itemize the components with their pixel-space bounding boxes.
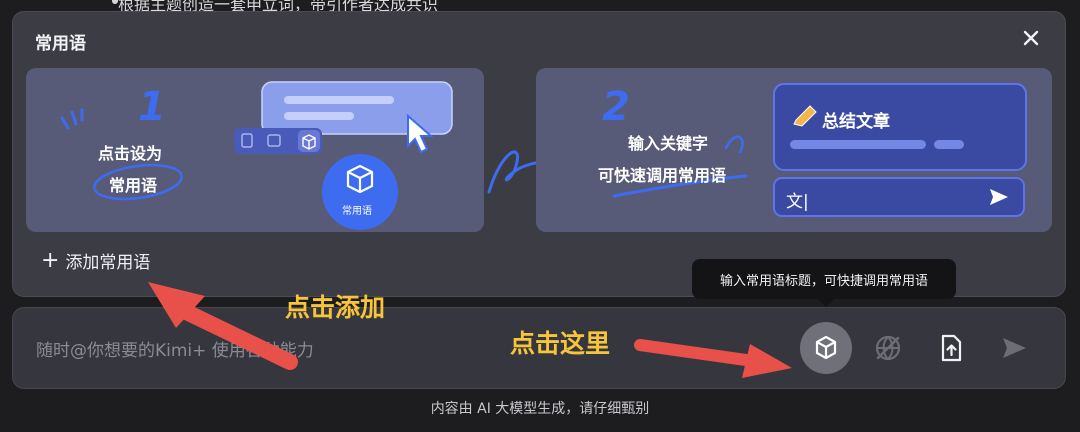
phrase-button-label: 常用语 [342, 206, 372, 217]
add-phrase-button[interactable]: + 添加常用语 [41, 248, 150, 273]
step1-illustration [60, 81, 453, 230]
close-icon [1023, 30, 1039, 46]
add-phrase-label: 添加常用语 [65, 253, 151, 273]
send-icon [1003, 338, 1026, 358]
preview-input-value: 文| [786, 192, 809, 212]
step1-line2: 常用语 [109, 176, 158, 195]
phrases-panel: 常用语 1 点击设为 常用语 常用语 2 输入关键字 可快速调用常用语 总结文章… [12, 11, 1066, 297]
panel-title: 常用语 [35, 34, 86, 54]
step2-line2: 可快速调用常用语 [598, 166, 727, 185]
annotation-here: 点击这里 [510, 329, 611, 358]
step2-line1: 输入关键字 [628, 134, 709, 153]
phrases-button[interactable] [800, 322, 852, 374]
tooltip-text: 输入常用语标题，可快捷调用常用语 [719, 273, 928, 289]
preview-title: 总结文章 [822, 112, 890, 132]
close-button[interactable] [1019, 26, 1043, 50]
tutorial-card-step2: 2 输入关键字 可快速调用常用语 总结文章 文| [536, 68, 1052, 232]
chat-input-placeholder[interactable]: 随时@你想要的Kimi+ 使用各种能力 [36, 336, 314, 361]
disclaimer: 内容由 AI 大模型生成，请仔细甄别 [430, 401, 650, 417]
upload-file-button[interactable] [925, 322, 977, 374]
cube-icon [815, 335, 837, 360]
phrase-tooltip: 输入常用语标题，可快捷调用常用语 [692, 259, 956, 299]
tutorial-card-step1: 1 点击设为 常用语 常用语 [26, 68, 484, 232]
step1-line1: 点击设为 [98, 144, 163, 163]
send-button[interactable] [988, 322, 1040, 374]
plus-icon: + [41, 247, 60, 273]
step1-number: 1 [138, 84, 166, 130]
globe-off-icon [875, 335, 901, 361]
annotation-add: 点击添加 [285, 293, 386, 322]
step2-number: 2 [602, 84, 630, 130]
file-upload-icon [941, 334, 962, 362]
web-search-toggle[interactable] [862, 322, 914, 374]
